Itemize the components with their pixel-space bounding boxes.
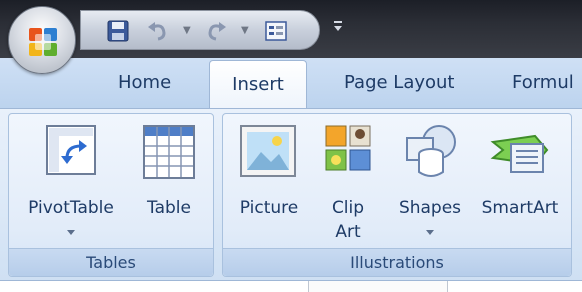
picture-icon bbox=[240, 125, 296, 177]
clip-art-icon bbox=[325, 125, 371, 171]
dropdown-arrow-icon bbox=[334, 21, 342, 31]
quick-access-toolbar: ▼ ▼ bbox=[80, 10, 320, 50]
clip-art-label-line1: Clip bbox=[331, 198, 365, 218]
undo-dropdown-arrow[interactable]: ▼ bbox=[183, 25, 191, 36]
tables-group: PivotTable Table Tables bbox=[8, 113, 214, 277]
picture-button[interactable]: Picture bbox=[227, 120, 311, 244]
office-logo-icon bbox=[29, 28, 57, 56]
save-button[interactable] bbox=[105, 19, 131, 43]
tooltip-edge bbox=[308, 281, 448, 292]
clip-art-label-line2: Art bbox=[335, 222, 361, 242]
tab-formulas[interactable]: Formul bbox=[512, 72, 574, 93]
smartart-icon bbox=[490, 134, 549, 173]
illustrations-group: Picture Clip Art Shapes SmartArt Illustr… bbox=[222, 113, 572, 277]
tab-insert[interactable]: Insert bbox=[209, 60, 307, 110]
shapes-icon bbox=[406, 125, 456, 177]
picture-label: Picture bbox=[239, 198, 299, 218]
tab-home[interactable]: Home bbox=[118, 72, 171, 93]
table-grid-icon bbox=[143, 125, 195, 179]
tab-insert-label: Insert bbox=[232, 74, 284, 95]
clip-art-button[interactable]: Clip Art bbox=[317, 120, 379, 244]
table-label: Table bbox=[147, 198, 191, 218]
ribbon-panel: PivotTable Table Tables Picture Clip Art… bbox=[0, 108, 582, 280]
pivot-table-icon bbox=[46, 125, 96, 175]
smartart-label: SmartArt bbox=[481, 198, 559, 218]
pivottable-label: PivotTable bbox=[28, 198, 114, 218]
redo-dropdown-arrow[interactable]: ▼ bbox=[241, 25, 249, 36]
form-icon bbox=[265, 21, 287, 41]
shapes-button[interactable]: Shapes bbox=[389, 120, 471, 244]
pivottable-button[interactable]: PivotTable bbox=[15, 120, 127, 244]
tables-group-label: Tables bbox=[9, 248, 213, 276]
undo-button[interactable] bbox=[145, 19, 171, 43]
shapes-dropdown-arrow bbox=[426, 230, 434, 235]
floppy-disk-icon bbox=[107, 20, 129, 42]
tab-page-layout[interactable]: Page Layout bbox=[344, 72, 455, 93]
worksheet-edge bbox=[0, 280, 582, 292]
undo-arrow-icon bbox=[148, 22, 166, 41]
shapes-label: Shapes bbox=[398, 198, 462, 218]
table-button[interactable]: Table bbox=[133, 120, 205, 244]
pivottable-dropdown-arrow bbox=[67, 230, 75, 235]
redo-button[interactable] bbox=[203, 19, 229, 43]
form-button[interactable] bbox=[263, 19, 289, 43]
illustrations-group-label: Illustrations bbox=[223, 248, 571, 276]
redo-arrow-icon bbox=[208, 22, 226, 41]
smartart-button[interactable]: SmartArt bbox=[473, 120, 567, 244]
customize-toolbar-button[interactable] bbox=[332, 18, 344, 34]
office-button[interactable] bbox=[8, 6, 76, 74]
